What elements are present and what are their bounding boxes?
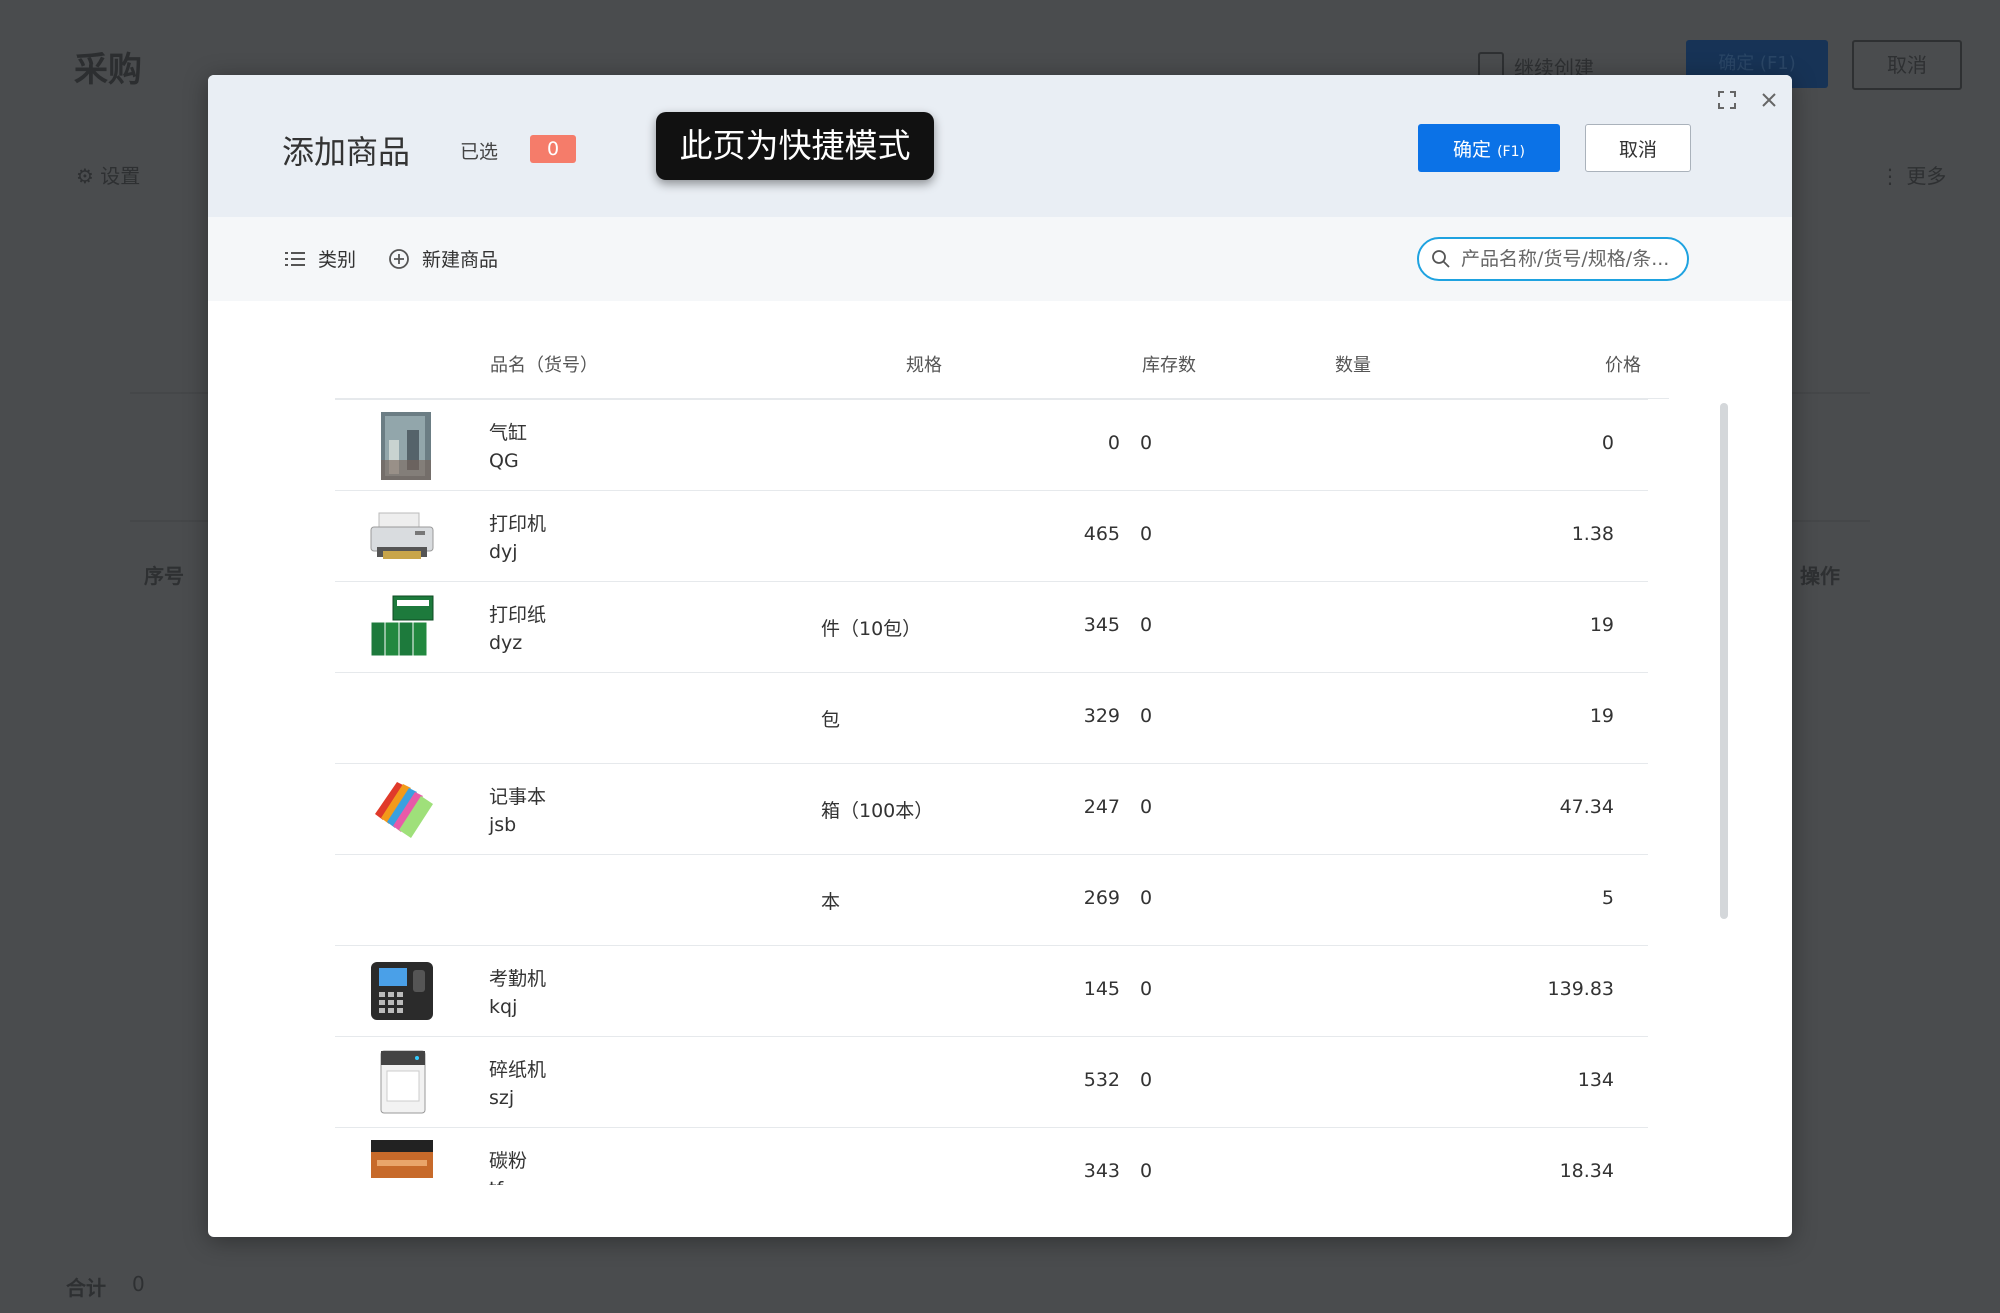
product-stock: 145 [1083,978,1120,1000]
product-row[interactable]: 打印纸 dyz 件（10包） 345 0 19 [335,581,1648,672]
product-qty[interactable]: 0 [1140,432,1152,454]
product-row[interactable]: 本 269 0 5 [335,854,1648,945]
product-price: 0 [1601,432,1614,454]
product-price: 139.83 [1547,978,1614,1000]
product-qty[interactable]: 0 [1140,523,1152,545]
column-header-no: 序号 [144,564,184,588]
product-code: QG [489,450,519,472]
product-name: 考勤机 [489,968,547,990]
table-scrollbar[interactable] [1720,403,1728,919]
product-price: 47.34 [1559,796,1614,818]
product-name: 气缸 [489,422,528,444]
settings-label: 设置 [100,164,141,188]
product-name: 打印机 [489,513,547,535]
product-thumbnail [367,410,437,480]
product-qty[interactable]: 0 [1140,796,1152,818]
product-row[interactable]: 碳粉 tf 343 0 18.34 [335,1127,1648,1185]
product-code: dyj [489,541,518,563]
quick-mode-toast: 此页为快捷模式 [656,112,934,180]
page-title: 采购 [74,50,142,90]
add-product-modal: 添加商品 已选 0 确定 (F1) 取消 类别 新建商品 产品名称/货号/规格/… [208,75,1792,1237]
product-stock: 465 [1083,523,1120,545]
product-stock: 343 [1083,1160,1120,1182]
product-price: 18.34 [1559,1160,1614,1182]
product-name: 碎纸机 [489,1059,547,1081]
product-spec: 箱（100本） [821,800,934,822]
product-spec: 本 [821,891,841,913]
product-thumbnail [367,1138,437,1185]
product-thumbnail [367,956,437,1026]
product-stock: 247 [1083,796,1120,818]
page-cancel-button[interactable]: 取消 [1852,40,1962,90]
product-stock: 532 [1083,1069,1120,1091]
more-label: 更多 [1906,164,1947,188]
product-code: tf [489,1178,503,1185]
product-stock: 269 [1083,887,1120,909]
column-header-op: 操作 [1800,564,1840,588]
product-row[interactable]: 包 329 0 19 [335,672,1648,763]
product-stock: 0 [1107,432,1120,454]
product-name: 打印纸 [489,604,547,626]
more-link[interactable]: ⋮ 更多 [1880,160,1946,189]
product-code: kqj [489,996,518,1018]
product-price: 1.38 [1571,523,1614,545]
product-code: dyz [489,632,523,654]
product-row[interactable]: 气缸 QG 0 0 0 [335,399,1648,490]
product-code: szj [489,1087,515,1109]
product-stock: 345 [1083,614,1120,636]
product-thumbnail [367,1047,437,1117]
product-row[interactable]: 记事本 jsb 箱（100本） 247 0 47.34 [335,763,1648,854]
product-qty[interactable]: 0 [1140,614,1152,636]
product-qty[interactable]: 0 [1140,705,1152,727]
product-qty[interactable]: 0 [1140,887,1152,909]
product-price: 19 [1589,705,1614,727]
total-value: 0 [132,1272,145,1296]
product-qty[interactable]: 0 [1140,978,1152,1000]
product-qty[interactable]: 0 [1140,1069,1152,1091]
product-price: 5 [1601,887,1614,909]
product-qty[interactable]: 0 [1140,1160,1152,1182]
product-price: 19 [1589,614,1614,636]
product-row[interactable]: 碎纸机 szj 532 0 134 [335,1036,1648,1127]
product-table: 气缸 QG 0 0 0 打印机 dyj 465 0 1.38 打印纸 dyz 件… [208,75,1792,1185]
product-thumbnail [367,592,437,662]
product-stock: 329 [1083,705,1120,727]
product-price: 134 [1577,1069,1614,1091]
product-code: jsb [489,814,517,836]
product-spec: 件（10包） [821,618,922,640]
product-row[interactable]: 考勤机 kqj 145 0 139.83 [335,945,1648,1036]
product-name: 记事本 [489,786,547,808]
product-name: 碳粉 [489,1150,528,1172]
total-label: 合计 [66,1276,106,1300]
settings-link[interactable]: ⚙ 设置 [76,160,140,189]
product-spec: 包 [821,709,841,731]
product-row[interactable]: 打印机 dyj 465 0 1.38 [335,490,1648,581]
product-thumbnail [367,501,437,571]
product-thumbnail [367,774,437,844]
